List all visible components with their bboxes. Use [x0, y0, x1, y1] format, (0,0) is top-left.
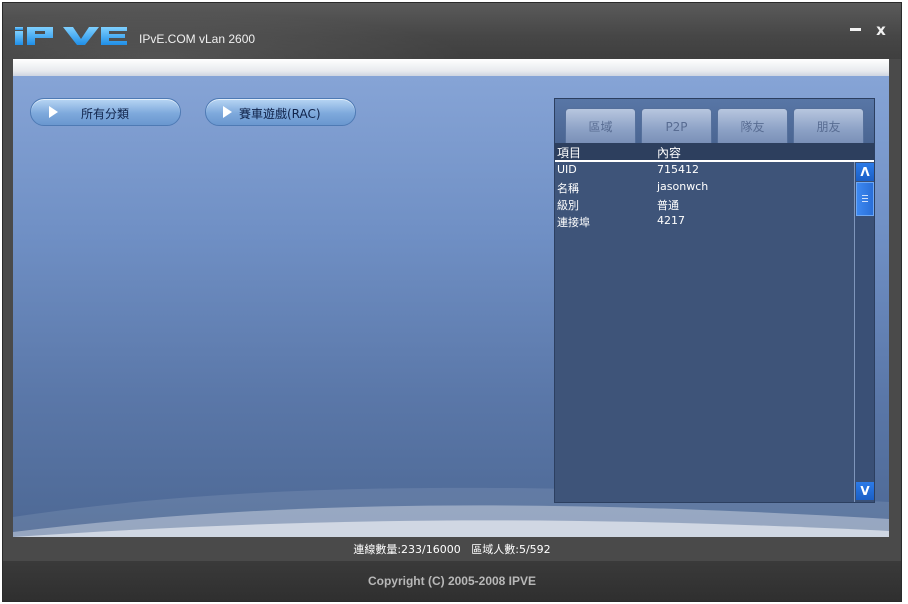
toolbar-strip [13, 59, 889, 76]
tab-friends[interactable]: 朋友 [793, 108, 864, 143]
info-list: UID 715412 名稱 jasonwch 級別 普通 連接埠 4217 [555, 162, 854, 502]
tab-region[interactable]: 區域 [565, 108, 636, 143]
scroll-down-button[interactable]: V [856, 482, 874, 500]
connections-label: 連線數量: [353, 543, 402, 556]
list-item[interactable]: 級別 普通 [555, 196, 854, 212]
scroll-up-button[interactable]: Λ [856, 163, 874, 181]
close-icon: x [876, 21, 886, 39]
ipve-logo [15, 27, 127, 45]
category-button-all[interactable]: 所有分類 [30, 98, 181, 126]
connections-value: 233/16000 [401, 543, 461, 556]
category-label: 所有分類 [81, 107, 130, 121]
list-scrollbar[interactable]: Λ V [854, 162, 874, 502]
scroll-thumb[interactable] [856, 182, 874, 216]
column-header-item[interactable]: 項目 [557, 144, 581, 161]
item-value: 普通 [657, 199, 679, 212]
item-key: 連接埠 [557, 216, 590, 229]
list-item[interactable]: 名稱 jasonwch [555, 179, 854, 195]
area-users-label: 區域人數: [471, 543, 519, 556]
list-item[interactable]: 連接埠 4217 [555, 213, 854, 229]
panel-tabs: 區域 P2P 隊友 朋友 [555, 99, 874, 143]
category-label: 賽車遊戲(RAC) [239, 107, 321, 121]
minimize-icon [850, 28, 861, 31]
play-arrow-icon [223, 106, 232, 118]
play-arrow-icon [49, 106, 58, 118]
status-line: 連線數量:233/16000 區域人數:5/592 [3, 539, 901, 561]
app-title: IPvE.COM vLan 2600 [139, 32, 256, 46]
app-window: IPvE.COM vLan 2600 x 所有分類 賽車遊戲(RAC) 區域 P… [2, 2, 902, 602]
item-value: 715412 [657, 163, 699, 176]
info-panel: 區域 P2P 隊友 朋友 項目 內容 UID 715412 名稱 jasonwc… [554, 98, 875, 503]
column-header-content[interactable]: 內容 [657, 144, 681, 161]
copyright-text: Copyright (C) 2005-2008 IPVE [367, 574, 537, 588]
title-bar[interactable]: IPvE.COM vLan 2600 x [3, 3, 901, 59]
item-key: 級別 [557, 199, 579, 212]
list-header: 項目 內容 [555, 143, 874, 162]
main-area: 所有分類 賽車遊戲(RAC) 區域 P2P 隊友 朋友 項目 內容 UID 71… [13, 76, 889, 537]
tab-p2p[interactable]: P2P [641, 108, 712, 143]
item-value: 4217 [657, 214, 685, 227]
item-value: jasonwch [657, 180, 709, 193]
minimize-button[interactable] [845, 21, 865, 39]
footer: Copyright (C) 2005-2008 IPVE [3, 561, 901, 601]
tab-teammates[interactable]: 隊友 [717, 108, 788, 143]
category-button-rac[interactable]: 賽車遊戲(RAC) [205, 98, 356, 126]
close-button[interactable]: x [871, 21, 891, 39]
item-key: 名稱 [557, 182, 579, 195]
item-key: UID [557, 163, 577, 176]
list-item[interactable]: UID 715412 [555, 162, 854, 178]
area-users-value: 5/592 [518, 543, 551, 556]
